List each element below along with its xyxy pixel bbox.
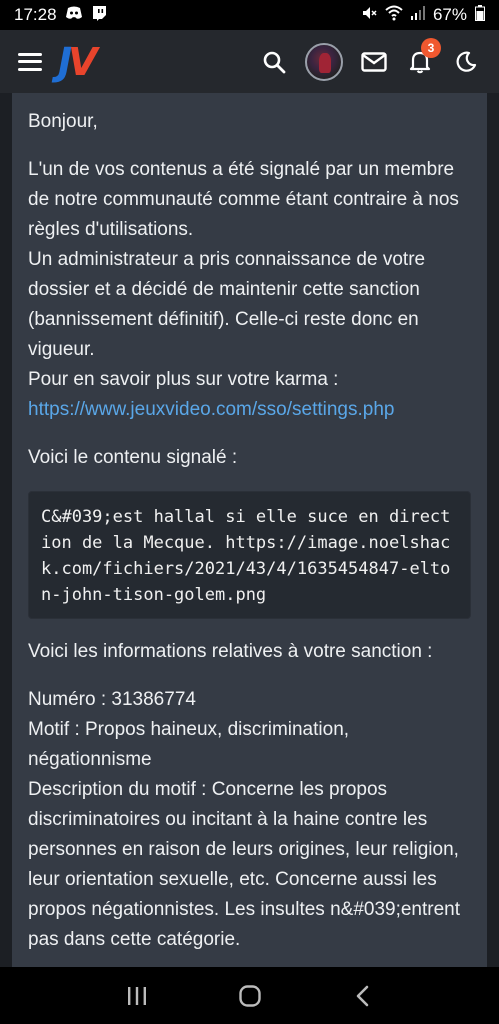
karma-link[interactable]: https://www.jeuxvideo.com/sso/settings.p…: [28, 399, 394, 420]
menu-icon[interactable]: [18, 52, 42, 71]
greeting: Bonjour,: [28, 111, 98, 132]
discord-icon: [65, 5, 83, 25]
message-card: Bonjour, L'un de vos contenus a été sign…: [12, 93, 487, 967]
dark-mode-toggle[interactable]: [451, 47, 481, 77]
signal-icon: [410, 5, 425, 25]
home-icon: [238, 984, 261, 1007]
reported-content-block: C&#039;est hallal si elle suce en direct…: [28, 491, 471, 619]
body-line-admin: Un administrateur a pris connaissance de…: [28, 249, 426, 360]
system-nav-bar: [0, 967, 499, 1024]
reported-intro: Voici le contenu signalé :: [28, 447, 238, 468]
jv-logo[interactable]: JV: [58, 40, 98, 84]
messages-button[interactable]: [359, 47, 389, 77]
battery-icon: [475, 4, 485, 26]
battery-percent: 67%: [432, 5, 467, 24]
sanction-intro: Voici les informations relatives à votre…: [28, 641, 433, 662]
notification-badge: 3: [421, 37, 441, 58]
moon-icon: [456, 51, 477, 72]
avatar[interactable]: [305, 42, 343, 81]
recents-icon: [127, 986, 146, 1005]
body-line-report: L'un de vos contenus a été signalé par u…: [28, 159, 459, 240]
sanction-details: Numéro : 31386774 Motif : Propos haineux…: [28, 685, 471, 955]
sanction-number: Numéro : 31386774: [28, 689, 196, 710]
back-icon: [356, 985, 368, 1006]
twitch-icon: [91, 5, 107, 26]
search-icon: [263, 51, 286, 73]
sanction-description: Description du motif : Concerne les prop…: [28, 779, 461, 950]
notifications-button[interactable]: 3: [405, 37, 441, 77]
search-button[interactable]: [259, 47, 289, 77]
home-button[interactable]: [230, 976, 270, 1016]
wifi-icon: [385, 5, 403, 26]
body-line-karma: Pour en savoir plus sur votre karma :: [28, 369, 339, 390]
mail-icon: [361, 51, 387, 72]
content-area[interactable]: Bonjour, L'un de vos contenus a été sign…: [0, 93, 499, 967]
sanction-motif: Motif : Propos haineux, discrimination, …: [28, 719, 350, 770]
status-time: 17:28: [14, 5, 57, 24]
mute-icon: [361, 5, 377, 26]
status-bar: 17:28 67%: [0, 0, 499, 30]
recents-button[interactable]: [117, 976, 157, 1016]
app-header: JV 3: [0, 30, 499, 93]
back-button[interactable]: [343, 976, 383, 1016]
message-body: L'un de vos contenus a été signalé par u…: [28, 155, 471, 425]
